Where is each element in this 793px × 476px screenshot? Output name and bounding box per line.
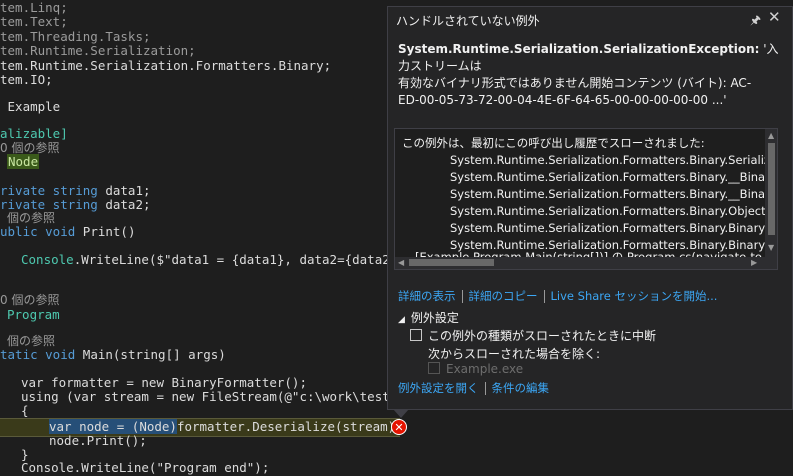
reference-lens[interactable]: 0 個の参照 bbox=[0, 292, 59, 308]
open-exception-settings-link[interactable]: 例外設定を開く bbox=[398, 381, 479, 395]
code-line: ublic void Print() bbox=[0, 224, 135, 240]
code-line: Console.WriteLine($"data1 = {data1}, dat… bbox=[21, 252, 412, 268]
settings-links: 例外設定を開く 条件の編集 bbox=[398, 380, 549, 396]
field-name: data1; bbox=[105, 183, 151, 198]
stack-frame: System.Runtime.Serialization.Formatters.… bbox=[450, 170, 778, 184]
scroll-thumb[interactable] bbox=[768, 143, 775, 235]
code-line: Example bbox=[0, 99, 61, 114]
checkbox-label: Example.exe bbox=[446, 362, 524, 376]
class-name-program: Program bbox=[7, 307, 60, 322]
exception-message: System.Runtime.Serialization.Serializati… bbox=[398, 41, 783, 109]
scroll-thumb[interactable] bbox=[409, 259, 494, 266]
scroll-up-icon[interactable]: ▲ bbox=[768, 131, 774, 140]
view-details-link[interactable]: 詳細の表示 bbox=[398, 289, 456, 303]
exception-type: System.Runtime.Serialization.Serializati… bbox=[398, 42, 760, 56]
copy-details-link[interactable]: 詳細のコピー bbox=[469, 289, 538, 303]
checkbox-box bbox=[428, 362, 440, 374]
close-icon[interactable]: ✕ bbox=[768, 8, 781, 26]
action-links: 詳細の表示 詳細のコピー Live Share セッションを開始... bbox=[398, 288, 717, 304]
field-name: data2; bbox=[105, 197, 151, 212]
exception-text: 有効なバイナリ形式ではありません開始コンテンツ (バイト): AC- bbox=[398, 76, 752, 90]
stack-frame: System.Runtime.Serialization.Formatters.… bbox=[450, 153, 778, 167]
method-name: Main(string[] args) bbox=[82, 347, 226, 362]
exception-settings-header[interactable]: ◢ 例外設定 bbox=[398, 309, 459, 326]
code-line: { bbox=[21, 403, 29, 418]
code-line: tem.Text; bbox=[0, 14, 68, 29]
code-text: .WriteLine($"data1 = {data1}, data2={dat… bbox=[73, 252, 413, 267]
pin-icon[interactable]: 🖈 bbox=[750, 11, 761, 32]
code-line: tatic void Main(string[] args) bbox=[0, 347, 226, 363]
class-name-node: Node bbox=[7, 154, 40, 169]
code-text: formatter.Deserialize(stream); bbox=[176, 419, 403, 434]
keyword: rivate string bbox=[0, 183, 106, 198]
error-icon[interactable]: ✕ bbox=[391, 419, 407, 435]
code-line: node.Print(); bbox=[49, 433, 147, 448]
keyword: tatic void bbox=[0, 347, 83, 362]
code-text: var node = bbox=[49, 419, 132, 434]
vertical-scrollbar[interactable]: ▲ ▼ bbox=[765, 129, 777, 269]
horizontal-scrollbar[interactable]: ◀ ▶ bbox=[395, 257, 765, 269]
popup-title: ハンドルされていない例外 bbox=[396, 14, 540, 28]
separator bbox=[484, 382, 486, 395]
code-text: (Node) bbox=[131, 419, 177, 434]
example-exe-checkbox: Example.exe bbox=[428, 362, 523, 376]
exception-helper-popup: ハンドルされていない例外 🖈 ✕ System.Runtime.Serializ… bbox=[387, 6, 793, 410]
stack-frame: System.Runtime.Serialization.Formatters.… bbox=[450, 187, 778, 201]
edit-conditions-link[interactable]: 条件の編集 bbox=[492, 381, 550, 395]
break-on-throw-checkbox[interactable]: この例外の種類がスローされたときに中断 bbox=[410, 327, 656, 344]
collapse-triangle-icon[interactable]: ◢ bbox=[398, 315, 405, 325]
keyword: ublic void bbox=[0, 224, 83, 239]
code-line: tem.Runtime.Serialization; bbox=[0, 43, 196, 58]
call-stack-box[interactable]: この例外は、最初にこの呼び出し履歴でスローされました: System.Runti… bbox=[394, 128, 778, 270]
checkbox-box[interactable] bbox=[410, 329, 422, 341]
checkbox-label: この例外の種類がスローされたときに中断 bbox=[428, 329, 657, 343]
stack-frame: System.Runtime.Serialization.Formatters.… bbox=[450, 204, 778, 218]
method-name: Print() bbox=[82, 224, 136, 239]
scroll-right-icon[interactable]: ▶ bbox=[751, 258, 757, 267]
stack-header: この例外は、最初にこの呼び出し履歴でスローされました: bbox=[402, 136, 705, 150]
scroll-left-icon[interactable]: ◀ bbox=[398, 258, 404, 267]
scroll-down-icon[interactable]: ▼ bbox=[768, 243, 774, 252]
code-line: using (var stream = new FileStream(@"c:\… bbox=[21, 389, 413, 404]
stack-frame: System.Runtime.Serialization.Formatters.… bbox=[450, 221, 778, 235]
separator bbox=[543, 290, 545, 303]
code-line: tem.IO; bbox=[0, 72, 53, 87]
code-line: Node bbox=[0, 154, 40, 170]
type-name: Console bbox=[21, 252, 74, 267]
code-line: Console.WriteLine("Program end"); bbox=[21, 460, 270, 475]
live-share-link[interactable]: Live Share セッションを開始... bbox=[551, 289, 718, 303]
except-label: 次からスローされた場合を除く: bbox=[428, 347, 601, 361]
separator bbox=[461, 290, 463, 303]
popup-pointer bbox=[393, 409, 409, 418]
section-title: 例外設定 bbox=[410, 311, 459, 325]
exception-text: ED-00-05-73-72-00-04-4E-6F-64-65-00-00-0… bbox=[398, 93, 727, 107]
